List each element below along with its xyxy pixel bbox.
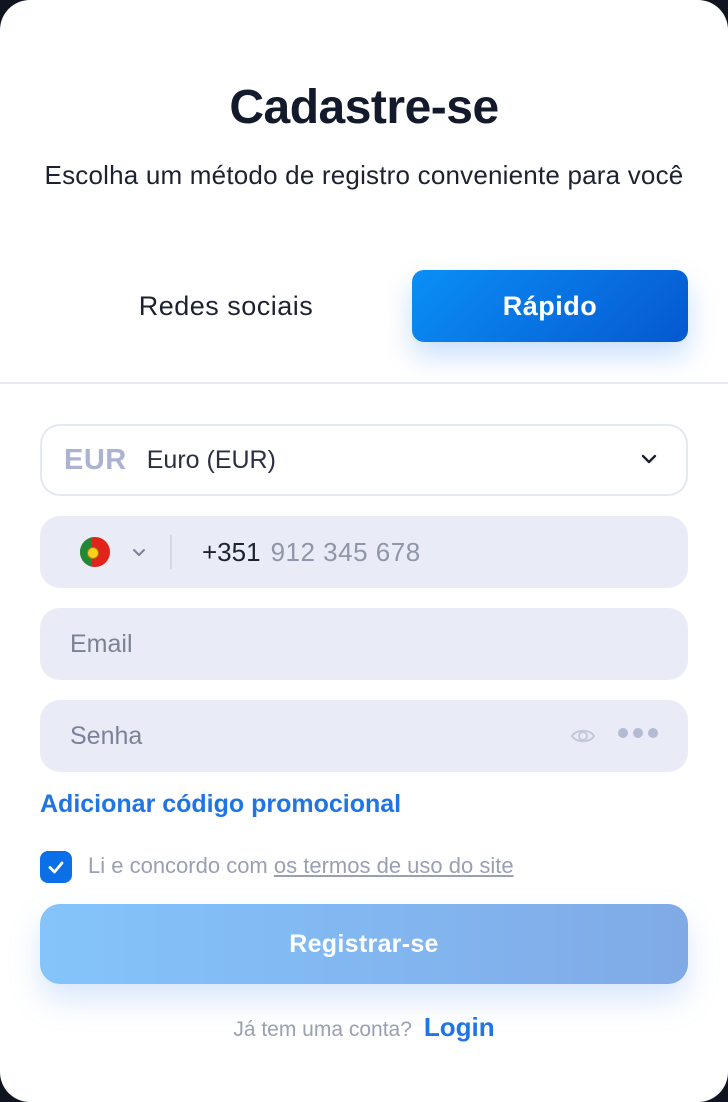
chevron-down-icon: [641, 454, 657, 464]
page-subtitle: Escolha um método de registro convenient…: [44, 160, 684, 190]
portugal-flag-icon[interactable]: [80, 537, 110, 567]
password-input[interactable]: Senha: [70, 722, 142, 751]
login-row: Já tem uma conta? Login: [0, 1012, 728, 1043]
phone-prefix: +351: [202, 536, 261, 567]
email-field[interactable]: Email: [40, 608, 688, 680]
login-question: Já tem uma conta?: [233, 1018, 412, 1041]
terms-label: Li e concordo com: [88, 853, 268, 878]
registration-modal: Cadastre-se Escolha um método de registr…: [0, 0, 728, 1102]
terms-link[interactable]: os termos de uso do site: [274, 853, 514, 878]
page-title: Cadastre-se: [229, 81, 499, 134]
phone-field[interactable]: +351 912 345 678: [40, 516, 688, 588]
check-icon: [48, 861, 64, 874]
eye-icon[interactable]: [570, 724, 596, 748]
password-field[interactable]: Senha: [40, 700, 688, 772]
currency-name: Euro (EUR): [146, 445, 276, 474]
chevron-down-icon[interactable]: [130, 543, 148, 561]
terms-text: Li e concordo com os termos de uso do si…: [88, 853, 514, 879]
add-promo-code-link[interactable]: Adicionar código promocional: [40, 790, 401, 819]
register-button[interactable]: Registrar-se: [40, 904, 688, 984]
password-generate-icon[interactable]: [618, 728, 658, 738]
divider: [0, 382, 728, 384]
email-input[interactable]: Email: [70, 630, 133, 659]
currency-code: EUR: [64, 443, 127, 476]
tab-social-networks[interactable]: Redes sociais: [88, 270, 364, 342]
phone-input[interactable]: 912 345 678: [271, 537, 421, 568]
tab-quick[interactable]: Rápido: [412, 270, 688, 342]
terms-checkbox[interactable]: [40, 851, 72, 883]
currency-select[interactable]: EUR Euro (EUR): [40, 424, 688, 496]
field-separator: [170, 535, 172, 569]
login-link[interactable]: Login: [424, 1012, 495, 1043]
